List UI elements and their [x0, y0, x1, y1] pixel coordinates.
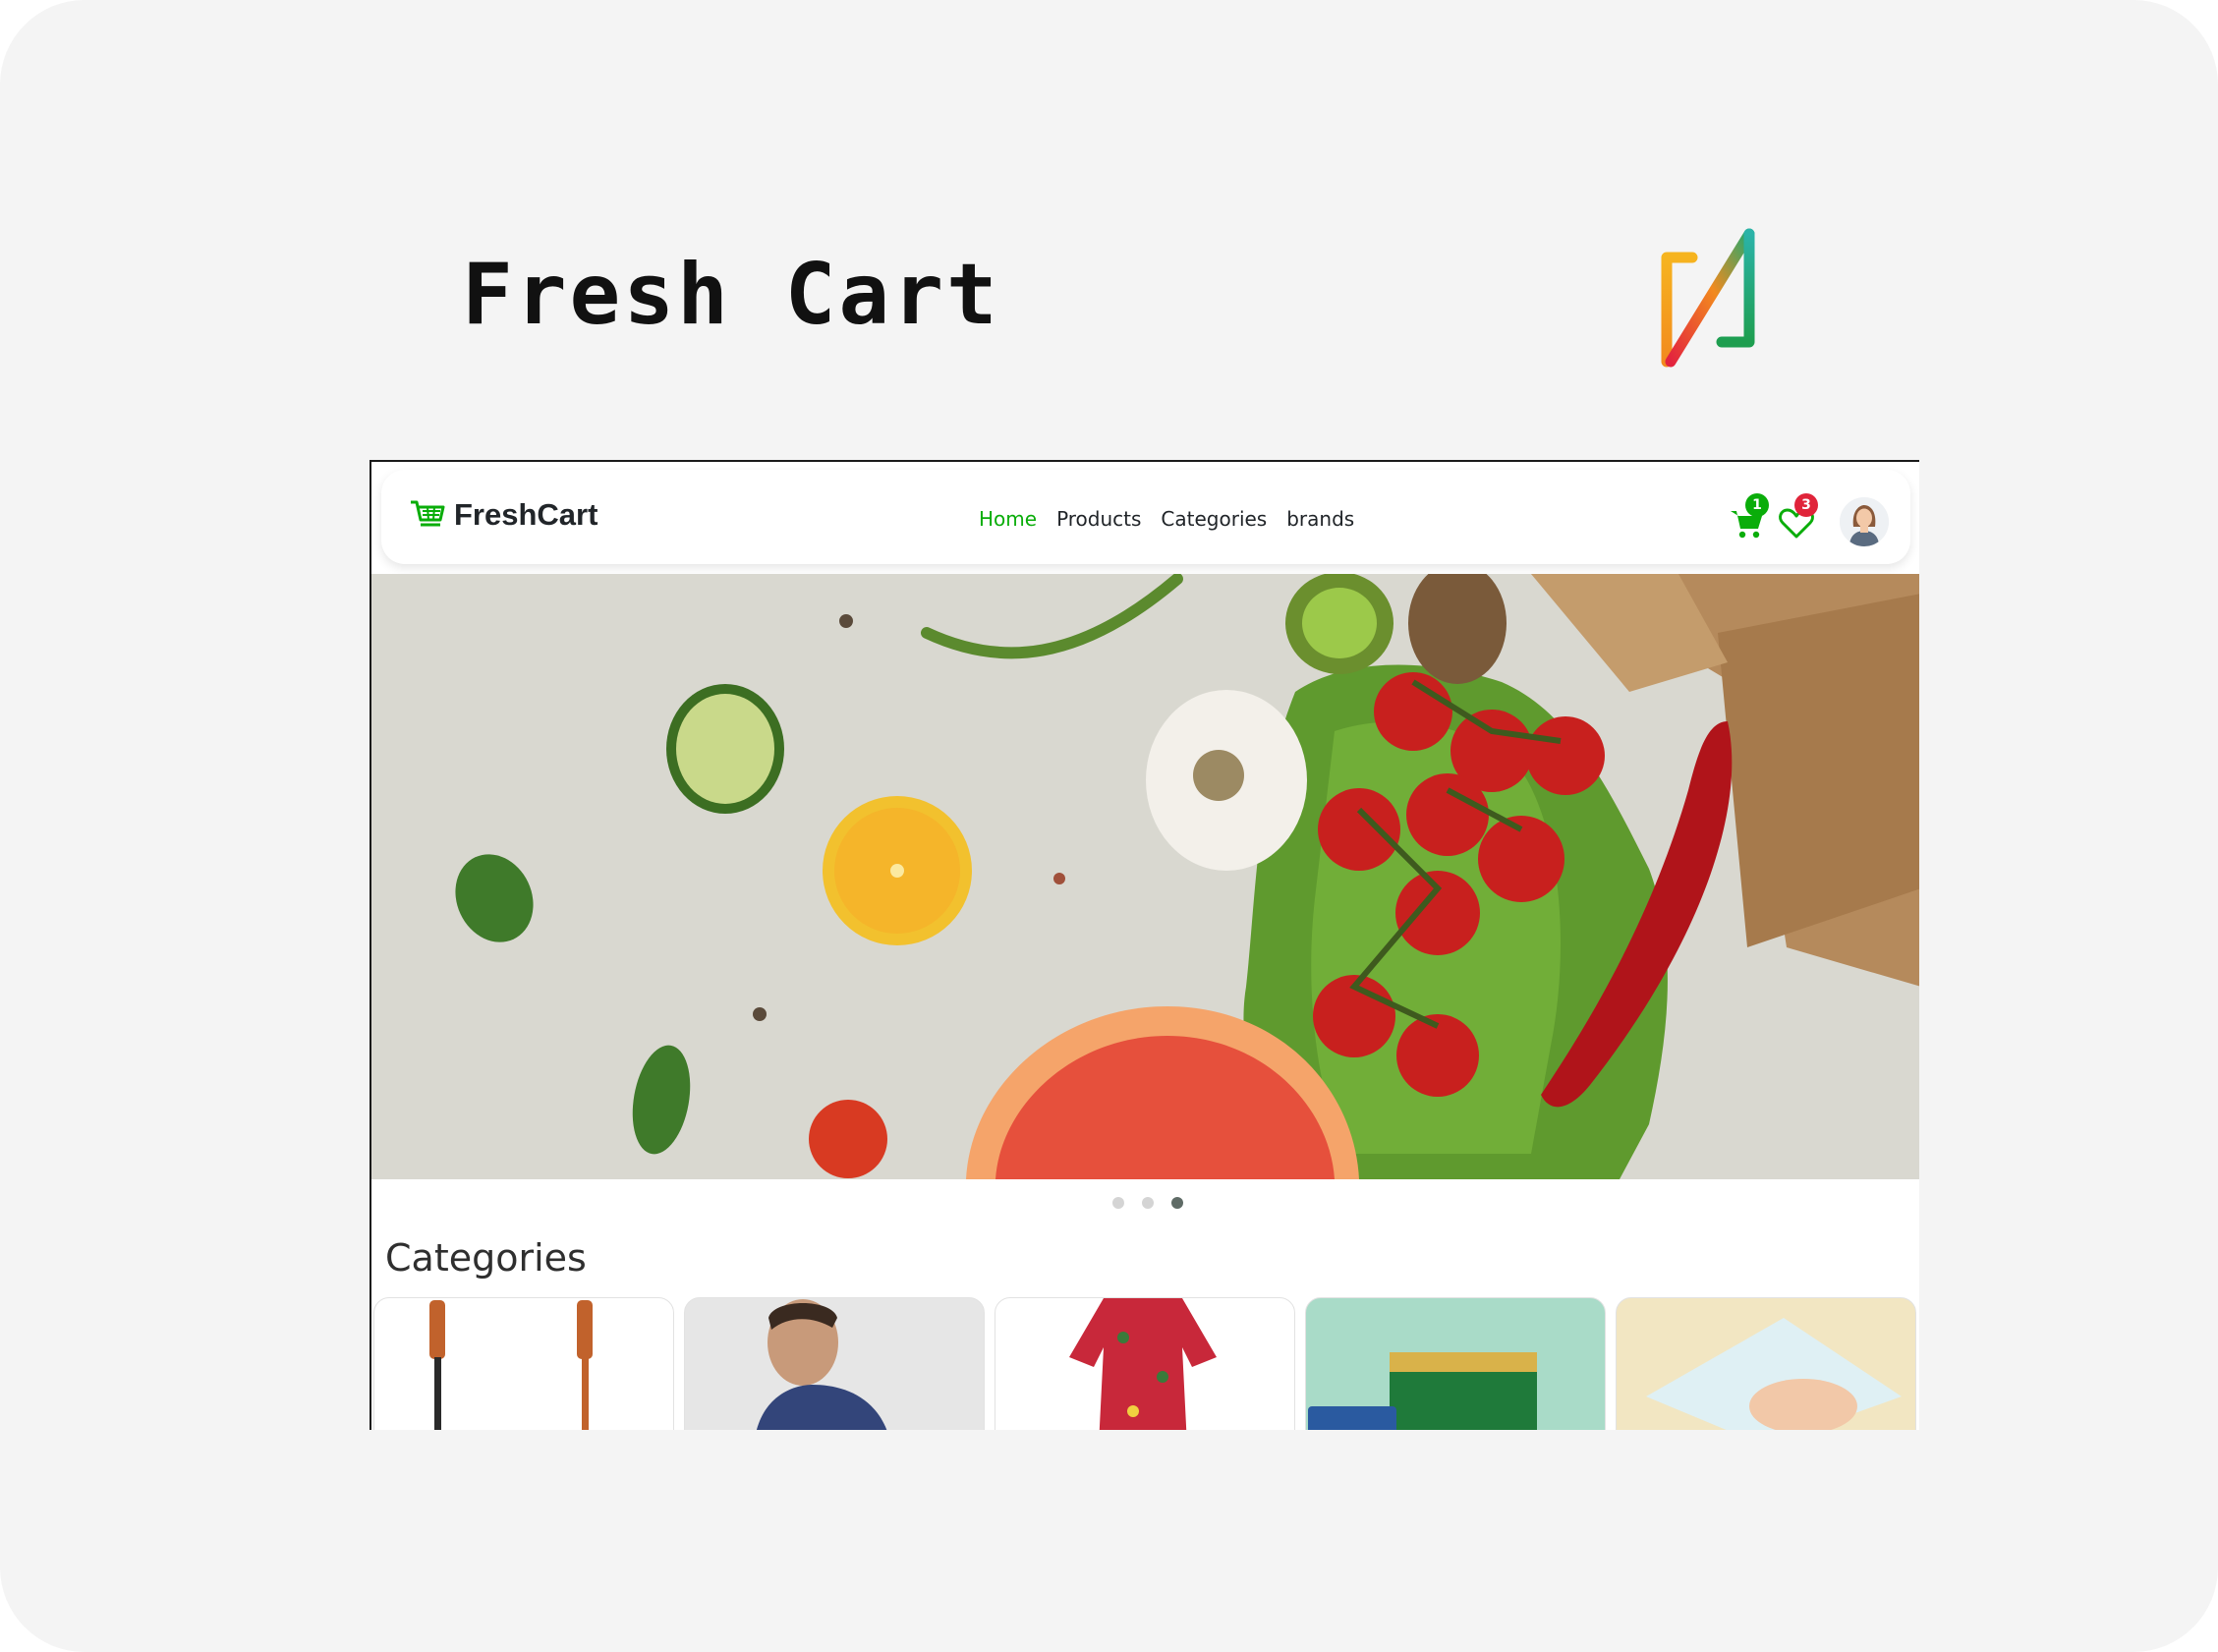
nav-link-products[interactable]: Products — [1056, 507, 1141, 531]
slider-dot-3[interactable] — [1171, 1197, 1183, 1209]
wishlist-count-badge: 3 — [1794, 493, 1818, 517]
site-logo[interactable]: FreshCart — [409, 497, 597, 533]
gradient-m-logo-icon — [1661, 228, 1755, 368]
cart-button[interactable]: 1 — [1728, 493, 1769, 541]
baby-diapers-image — [1646, 1318, 1902, 1430]
women-dress-image — [1069, 1298, 1217, 1430]
slider-dot-2[interactable] — [1142, 1197, 1154, 1209]
nav-link-categories[interactable]: Categories — [1161, 507, 1267, 531]
category-card-women[interactable] — [995, 1297, 1295, 1430]
nav-link-brands[interactable]: brands — [1286, 507, 1354, 531]
wishlist-button[interactable]: 3 — [1777, 493, 1818, 541]
shopping-cart-icon — [411, 500, 445, 527]
user-avatar-icon — [1840, 497, 1889, 546]
cart-count-badge: 1 — [1745, 493, 1769, 517]
nav-link-home[interactable]: Home — [979, 507, 1037, 531]
header-actions: 1 3 — [1728, 485, 1905, 554]
logo-text: FreshCart — [454, 497, 598, 532]
categories-heading: Categories — [385, 1236, 587, 1280]
hero-slider-image — [371, 574, 1919, 1179]
presentation-card: Fresh Cart FreshCart Home Products Categ… — [0, 0, 2218, 1652]
categories-slider — [373, 1297, 1919, 1430]
guitars-image — [429, 1300, 593, 1430]
website-screenshot: FreshCart Home Products Categories brand… — [370, 460, 1919, 1430]
category-card-men[interactable] — [684, 1297, 985, 1430]
navbar: FreshCart Home Products Categories brand… — [381, 470, 1910, 564]
men-fashion-image — [757, 1299, 887, 1430]
slider-dots — [1112, 1197, 1183, 1209]
category-card-guitars[interactable] — [373, 1297, 674, 1430]
user-avatar[interactable] — [1840, 497, 1889, 546]
project-title: Fresh Cart — [462, 246, 1000, 344]
supermarket-image — [1308, 1352, 1537, 1430]
category-card-baby[interactable] — [1616, 1297, 1916, 1430]
category-card-supermarket[interactable] — [1305, 1297, 1606, 1430]
slider-dot-1[interactable] — [1112, 1197, 1124, 1209]
main-nav: Home Products Categories brands — [979, 507, 1354, 531]
